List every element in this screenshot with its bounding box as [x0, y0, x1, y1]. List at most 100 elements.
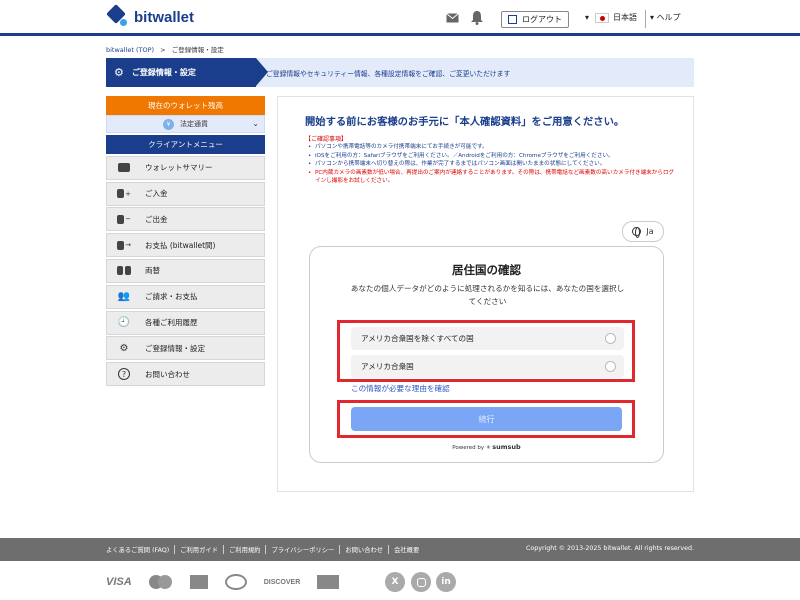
sidebar-item-exchange[interactable]: 両替: [106, 258, 265, 283]
sidebar-item-transfer[interactable]: → お支払 (bitwallet間): [106, 233, 265, 258]
logo-text: bitwallet: [134, 8, 195, 26]
wallet-balance-header[interactable]: 現在のウォレット残高: [106, 96, 265, 115]
footer-link-guide[interactable]: ご利用ガイド: [174, 545, 223, 554]
sidebar-item-label: 各種ご利用履歴: [145, 318, 198, 328]
gear-icon: ⚙: [114, 66, 124, 79]
radio-button[interactable]: [605, 361, 616, 372]
history-icon: 🕘: [117, 317, 131, 329]
header-divider: [645, 10, 646, 28]
sidebar-item-invoice[interactable]: 👥 ご請求・お支払: [106, 284, 265, 309]
powered-brand: sumsub: [492, 443, 521, 451]
language-label: 日本語: [613, 13, 638, 22]
note-item: iOSをご利用の方：Safariブラウザをご利用ください。／Androidをご利…: [308, 152, 675, 161]
wallet-icon: [117, 162, 131, 174]
sidebar-item-label: ご入金: [145, 189, 168, 199]
footer-link-contact[interactable]: お問い合わせ: [339, 545, 388, 554]
japan-flag-icon: [595, 12, 610, 23]
globe-icon: [632, 227, 642, 238]
sidebar-item-label: ご請求・お支払: [145, 292, 198, 302]
residence-country-card: 居住国の確認 あなたの個人データがどのように処理されるかを知るには、あなたの国を…: [309, 246, 664, 463]
x-social-icon[interactable]: X: [385, 572, 405, 592]
chevron-down-icon: ⌄: [252, 119, 259, 128]
payment-logos: VISA DISCOVER: [106, 572, 356, 592]
chevron-down-icon: ▾: [585, 13, 590, 22]
card-title: 居住国の確認: [452, 263, 521, 277]
option-label: アメリカ合衆国を除くすべての国: [361, 334, 474, 343]
linkedin-icon[interactable]: in: [436, 572, 456, 592]
mastercard-logo-icon: [148, 574, 173, 590]
continue-button[interactable]: 続行: [351, 407, 622, 431]
bitwallet-logo[interactable]: bitwallet: [106, 4, 195, 28]
sidebar-item-wallet-summary[interactable]: ウォレットサマリー: [106, 155, 265, 180]
breadcrumb: bitwallet (TOP) > ご登録情報・設定: [106, 44, 224, 54]
why-needed-link[interactable]: この情報が必要な理由を確認: [351, 383, 450, 394]
language-selector[interactable]: ▾ 日本語: [585, 12, 637, 23]
currency-selector[interactable]: ¥ 法定通貨 ⌄: [106, 115, 265, 133]
country-option-non-us[interactable]: アメリカ合衆国を除くすべての国: [351, 327, 624, 350]
footer-link-faq[interactable]: よくあるご質問 (FAQ): [106, 545, 174, 554]
sidebar-item-label: ご出金: [145, 214, 168, 224]
country-option-us[interactable]: アメリカ合衆国: [351, 355, 624, 378]
options-highlight-box: アメリカ合衆国を除くすべての国 アメリカ合衆国: [337, 320, 635, 382]
discover-logo: DISCOVER: [263, 578, 301, 586]
language-toggle-button[interactable]: Ja: [622, 221, 664, 242]
footer-link-privacy[interactable]: プライバシーポリシー: [265, 545, 339, 554]
exchange-icon: [117, 265, 131, 277]
sidebar-item-label: お問い合わせ: [145, 369, 190, 379]
notes-list: パソコンや携帯電話等のカメラ付携帯端末にてお手続きが可能です。 iOSをご利用の…: [308, 143, 675, 186]
radio-button[interactable]: [605, 333, 616, 344]
logout-button[interactable]: ログアウト: [501, 11, 569, 28]
withdraw-icon: −: [117, 213, 131, 225]
logo-mark-icon: [106, 4, 128, 28]
continue-highlight-box: 続行: [337, 400, 635, 438]
section-title: ⚙ ご登録情報・設定: [106, 58, 268, 87]
bank-transfer-logo-icon: [317, 575, 340, 589]
sidebar-item-history[interactable]: 🕘 各種ご利用履歴: [106, 310, 265, 335]
footer-link-company[interactable]: 会社概要: [388, 545, 424, 554]
sidebar-item-label: ご登録情報・設定: [145, 343, 205, 353]
section-banner: ⚙ ご登録情報・設定 ご登録情報やセキュリティー情報、各種設定情報をご確認、ご変…: [106, 58, 694, 87]
breadcrumb-current: ご登録情報・設定: [171, 46, 224, 54]
logout-label: ログアウト: [522, 15, 562, 24]
instagram-icon[interactable]: [411, 572, 431, 592]
copyright-text: Copyright © 2013-2025 bitwallet. All rig…: [525, 545, 694, 552]
sidebar-item-deposit[interactable]: + ご入金: [106, 181, 265, 206]
bell-icon[interactable]: [470, 10, 484, 25]
deposit-icon: +: [117, 188, 131, 200]
breadcrumb-home-link[interactable]: bitwallet (TOP): [106, 46, 154, 54]
help-label: ヘルプ: [656, 13, 681, 22]
main-panel: 開始する前にお客様のお手元に「本人確認資料」をご用意ください。 【ご確認事項】 …: [277, 96, 694, 492]
section-description: ご登録情報やセキュリティー情報、各種設定情報をご確認、ご変更いただけます: [266, 70, 511, 78]
sidebar-item-settings[interactable]: ⚙ ご登録情報・設定: [106, 336, 265, 361]
powered-prefix: Powered by: [452, 445, 485, 451]
currency-label: 法定通貨: [180, 120, 208, 128]
invoice-icon: 👥: [117, 291, 131, 303]
note-item-warning: PC内蔵カメラの画素数が低い場合、再提出のご案内が連絡することがあります。その際…: [308, 169, 675, 186]
help-menu[interactable]: ▾ ヘルプ: [650, 12, 681, 23]
client-menu-header: クライアントメニュー: [106, 135, 265, 154]
transfer-icon: →: [117, 239, 131, 251]
currency-coin-icon: ¥: [163, 118, 174, 130]
sidebar-item-label: お支払 (bitwallet間): [145, 240, 216, 250]
sidebar-item-label: ウォレットサマリー: [145, 163, 213, 173]
option-label: アメリカ合衆国: [361, 362, 414, 371]
footer-bar: よくあるご質問 (FAQ) ご利用ガイド ご利用規約 プライバシーポリシー お問…: [0, 538, 800, 561]
footer-link-terms[interactable]: ご利用規約: [222, 545, 265, 554]
sidebar-item-contact[interactable]: ? お問い合わせ: [106, 362, 265, 387]
powered-by-sumsub: Powered by ✳ sumsub: [310, 443, 663, 451]
gear-icon: ⚙: [119, 342, 129, 354]
language-toggle-label: Ja: [646, 227, 654, 236]
diners-club-logo-icon: [224, 574, 247, 590]
sidebar: 現在のウォレット残高 ¥ 法定通貨 ⌄ クライアントメニュー ウォレットサマリー…: [106, 96, 265, 387]
logout-icon: [508, 15, 517, 24]
mail-icon[interactable]: [446, 13, 459, 23]
sidebar-item-withdraw[interactable]: − ご出金: [106, 207, 265, 232]
section-title-label: ご登録情報・設定: [131, 68, 196, 77]
sidebar-item-label: 両替: [145, 266, 160, 276]
note-item: パソコンや携帯電話等のカメラ付携帯端末にてお手続きが可能です。: [308, 143, 675, 152]
amex-logo-icon: [189, 575, 208, 589]
note-item: パソコンから携帯端末へ切り替えの際は、作業が完了するまではパソコン画面は開いたま…: [308, 160, 675, 169]
page-title: 開始する前にお客様のお手元に「本人確認資料」をご用意ください。: [305, 116, 625, 128]
notes-header: 【ご確認事項】: [305, 136, 348, 143]
footer-links: よくあるご質問 (FAQ) ご利用ガイド ご利用規約 プライバシーポリシー お問…: [106, 545, 424, 554]
